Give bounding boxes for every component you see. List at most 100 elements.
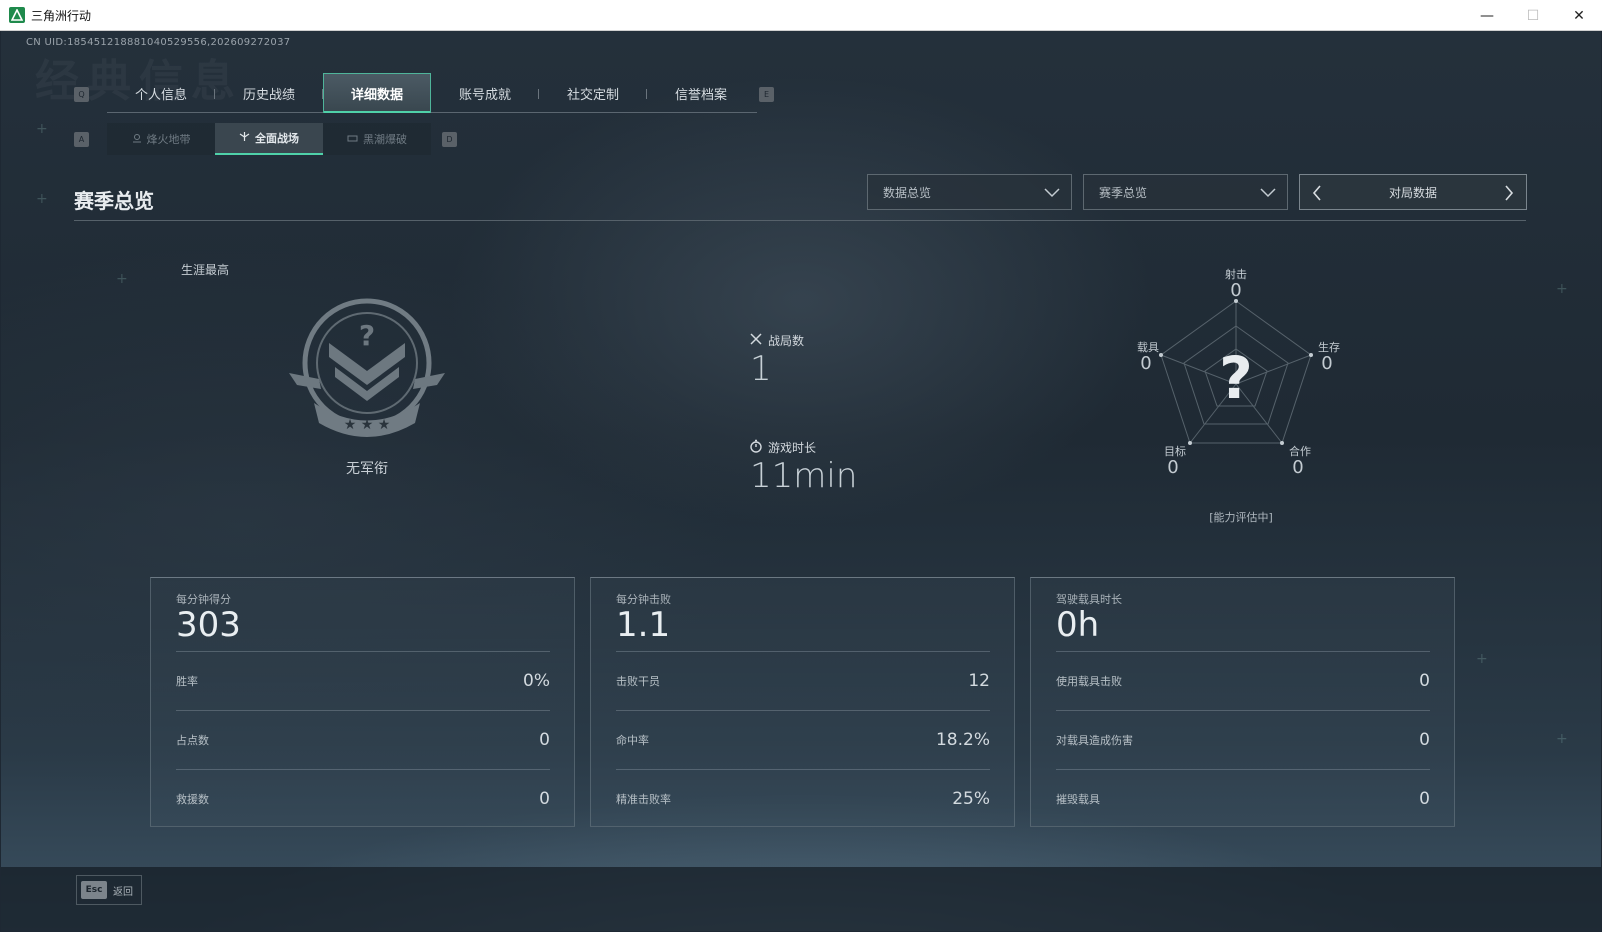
radar-value-teamwork: 0 [1292, 457, 1304, 478]
matches-value: 1 [750, 349, 772, 389]
window-title: 三角洲行动 [31, 8, 92, 23]
dropdown-value: 数据总览 [883, 185, 932, 200]
maximize-button[interactable]: ☐ [1510, 0, 1556, 31]
stat-card-score: 每分钟得分 303 胜率 0% 占点数 0 救援数 0 [150, 577, 575, 827]
warzone-icon [132, 133, 142, 146]
playtime-label: 游戏时长 [749, 439, 816, 456]
tab-social-custom[interactable]: 社交定制 [539, 73, 647, 113]
stopwatch-icon [749, 439, 763, 456]
rank-name: 无军衔 [346, 461, 388, 477]
season-dropdown[interactable]: 赛季总览 [1083, 174, 1288, 210]
key-hint-next-tab: E [759, 87, 774, 102]
card-row: 精准击败率 25% [616, 769, 990, 828]
chevron-down-icon [1043, 185, 1061, 202]
key-hint-next-subtab: D [442, 132, 457, 147]
stepper-value: 对局数据 [1388, 185, 1437, 200]
row-key: 精准击败率 [616, 793, 671, 806]
subtab-label: 烽火地带 [146, 133, 191, 146]
row-value: 12 [968, 671, 990, 691]
rank-badge-icon: ? ★ ★ ★ [269, 293, 465, 447]
card-row: 命中率 18.2% [616, 710, 990, 769]
tab-match-history[interactable]: 历史战绩 [215, 73, 323, 113]
data-type-dropdown[interactable]: 数据总览 [867, 174, 1072, 210]
tab-label: 详细数据 [350, 87, 403, 103]
row-key: 胜率 [176, 675, 198, 688]
svg-text:★ ★ ★: ★ ★ ★ [344, 417, 391, 433]
tab-personal-info[interactable]: 个人信息 [107, 73, 215, 113]
radar-value-survival: 0 [1321, 353, 1333, 374]
radar-value-vehicle: 0 [1140, 353, 1152, 374]
card-head-value: 0h [1056, 605, 1100, 645]
subtab-warzone[interactable]: 烽火地带 [107, 123, 215, 155]
matches-label: 战局数 [749, 332, 804, 349]
row-key: 命中率 [616, 734, 649, 747]
row-key: 占点数 [176, 734, 209, 747]
tab-credit-record[interactable]: 信誉档案 [647, 73, 755, 113]
tab-label: 信誉档案 [674, 87, 727, 103]
window-titlebar: 三角洲行动 — ☐ ✕ [0, 0, 1602, 31]
playtime-value: 11min [750, 456, 858, 496]
row-key: 摧毁载具 [1056, 793, 1100, 806]
row-key: 对载具造成伤害 [1056, 734, 1133, 747]
footer-bar [1, 867, 1601, 931]
card-row: 击败干员 12 [616, 651, 990, 710]
chevron-left-icon[interactable] [1308, 184, 1326, 202]
chevron-down-icon [1259, 185, 1277, 202]
main-tab-bar: 个人信息 历史战绩 详细数据 账号成就 社交定制 信誉档案 [107, 73, 757, 113]
match-data-stepper: 对局数据 [1299, 174, 1527, 210]
card-head-value: 303 [176, 605, 241, 645]
battlefield-icon [239, 131, 250, 145]
player-uid: CN UID:1854512188810405295​56,2026092720… [26, 37, 291, 48]
svg-text:?: ? [359, 319, 375, 352]
card-head-value: 1.1 [616, 605, 671, 645]
minimize-button[interactable]: — [1464, 0, 1510, 31]
tab-label: 账号成就 [458, 87, 511, 103]
key-hint-prev-subtab: A [74, 132, 89, 147]
game-canvas: 经典信息 CN UID:1854512188810405295​56,20260… [1, 31, 1601, 931]
playtime-label-text: 游戏时长 [768, 441, 817, 455]
radar-value-objective: 0 [1167, 457, 1179, 478]
decor-plus: + [1556, 731, 1568, 747]
card-row: 胜率 0% [176, 651, 550, 710]
tab-detailed-data[interactable]: 详细数据 [323, 73, 431, 113]
crossed-swords-icon [749, 332, 763, 349]
ability-status: [能力评估中] [1209, 511, 1273, 524]
app-logo-icon [9, 7, 25, 23]
radar-center-unknown: ? [1219, 344, 1253, 412]
row-value: 0 [539, 789, 550, 809]
row-value: 18.2% [935, 730, 990, 750]
row-value: 0 [1419, 730, 1430, 750]
radar-value-shooting: 0 [1230, 280, 1242, 301]
row-key: 救援数 [176, 793, 209, 806]
close-button[interactable]: ✕ [1556, 0, 1602, 31]
decor-plus: + [1476, 651, 1488, 667]
subtab-demolition[interactable]: 黑潮爆破 [323, 123, 431, 155]
stat-card-vehicle: 驾驶载具时长 0h 使用载具击败 0 对载具造成伤害 0 摧毁载具 0 [1030, 577, 1455, 827]
decor-plus: + [36, 121, 48, 137]
back-label: 返回 [113, 887, 133, 898]
chevron-right-icon[interactable] [1500, 184, 1518, 202]
decor-plus: + [1556, 281, 1568, 297]
demolition-icon [347, 133, 358, 146]
row-value: 0 [1419, 671, 1430, 691]
card-row: 摧毁载具 0 [1056, 769, 1430, 828]
dropdown-value: 赛季总览 [1099, 185, 1148, 200]
career-highest-label: 生涯最高 [181, 263, 230, 277]
stat-card-kills: 每分钟击败 1.1 击败干员 12 命中率 18.2% 精准击败率 25% [590, 577, 1015, 827]
tab-achievements[interactable]: 账号成就 [431, 73, 539, 113]
tab-label: 个人信息 [134, 87, 187, 103]
row-value: 0 [1419, 789, 1430, 809]
tab-label: 历史战绩 [242, 87, 295, 103]
card-row: 占点数 0 [176, 710, 550, 769]
card-row: 对载具造成伤害 0 [1056, 710, 1430, 769]
subtab-full-battlefield[interactable]: 全面战场 [215, 123, 323, 155]
matches-label-text: 战局数 [768, 334, 805, 348]
row-value: 0 [539, 730, 550, 750]
row-key: 使用载具击败 [1056, 675, 1122, 688]
row-value: 0% [523, 671, 550, 691]
tab-label: 社交定制 [566, 87, 619, 103]
subtab-label: 黑潮爆破 [363, 133, 407, 146]
key-hint-prev-tab: Q [74, 87, 89, 102]
row-value: 25% [952, 789, 990, 809]
card-row: 使用载具击败 0 [1056, 651, 1430, 710]
